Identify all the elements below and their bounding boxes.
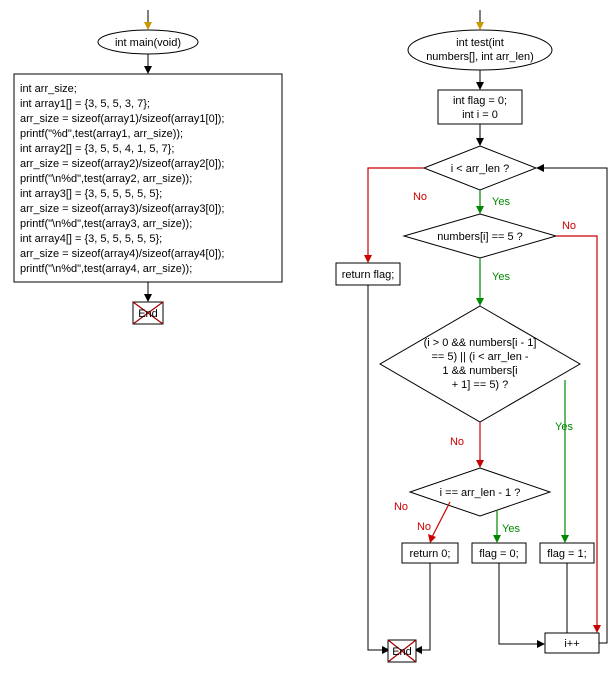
test-start-l1: int test(int: [456, 37, 504, 49]
main-code-line-11: arr_size = sizeof(array4)/sizeof(array4[…: [20, 248, 224, 260]
main-code-line-0: int arr_size;: [20, 83, 77, 95]
loop-no-label: No: [413, 191, 427, 203]
test-start-l2: numbers[], int arr_len): [426, 51, 534, 63]
main-code-line-10: int array4[] = {3, 5, 5, 5, 5, 5};: [20, 233, 162, 245]
adj-yes-label: Yes: [555, 421, 573, 433]
main-code-line-1: int array1[] = {3, 5, 5, 3, 7};: [20, 98, 150, 110]
flowchart-main: int main(void) int arr_size; int array1[…: [14, 10, 282, 324]
main-end: End: [133, 302, 163, 324]
main-code-line-6: printf("\n%d",test(array2, arr_size));: [20, 173, 192, 185]
main-code-line-9: printf("\n%d",test(array3, arr_size));: [20, 218, 192, 230]
test-init-l2: int i = 0: [462, 109, 498, 121]
test-cond-adj-l4: + 1] == 5) ?: [452, 379, 509, 391]
test-return-flag-label: return flag;: [342, 269, 395, 281]
test-cond-adj-l3: 1 && numbers[i: [442, 365, 517, 377]
last-no-label-2: No: [394, 501, 408, 513]
eq5-no-label: No: [562, 220, 576, 232]
main-end-label: End: [138, 308, 158, 320]
test-cond-adj-l2: == 5) || (i < arr_len -: [431, 351, 528, 363]
adj-no-label: No: [450, 436, 464, 448]
flowchart-canvas: int main(void) int arr_size; int array1[…: [0, 0, 612, 700]
test-cond-eq5-label: numbers[i] == 5 ?: [437, 231, 523, 243]
last-no-label: No: [417, 521, 431, 533]
test-cond-adj-l1: (i > 0 && numbers[i - 1]: [424, 337, 537, 349]
test-start: [408, 30, 552, 70]
main-code-line-5: arr_size = sizeof(array2)/sizeof(array2[…: [20, 158, 224, 170]
main-code-line-7: int array3[] = {3, 5, 5, 5, 5, 5};: [20, 188, 162, 200]
loop-yes-label: Yes: [492, 196, 510, 208]
test-cond-last-label: i == arr_len - 1 ?: [440, 487, 521, 499]
last-yes-label: Yes: [502, 523, 520, 535]
test-end: End: [388, 640, 416, 662]
main-code-line-8: arr_size = sizeof(array3)/sizeof(array3[…: [20, 203, 224, 215]
test-return0-label: return 0;: [410, 548, 451, 560]
eq5-yes-label: Yes: [492, 271, 510, 283]
main-start-label: int main(void): [115, 37, 181, 49]
test-end-label: End: [392, 646, 412, 658]
test-init-l1: int flag = 0;: [453, 95, 507, 107]
test-cond-loop-label: i < arr_len ?: [451, 163, 509, 175]
test-flag0-label: flag = 0;: [479, 548, 518, 560]
flowchart-test: int test(int numbers[], int arr_len) int…: [336, 10, 607, 662]
main-code-line-4: int array2[] = {3, 5, 5, 4, 1, 5, 7};: [20, 143, 174, 155]
main-code-line-2: arr_size = sizeof(array1)/sizeof(array1[…: [20, 113, 224, 125]
test-flag1-label: flag = 1;: [547, 548, 586, 560]
main-code-line-3: printf("%d",test(array1, arr_size));: [20, 128, 183, 140]
test-cond-adj: [380, 306, 580, 422]
main-code-line-12: printf("\n%d",test(array4, arr_size));: [20, 263, 192, 275]
test-incr-label: i++: [564, 638, 579, 650]
